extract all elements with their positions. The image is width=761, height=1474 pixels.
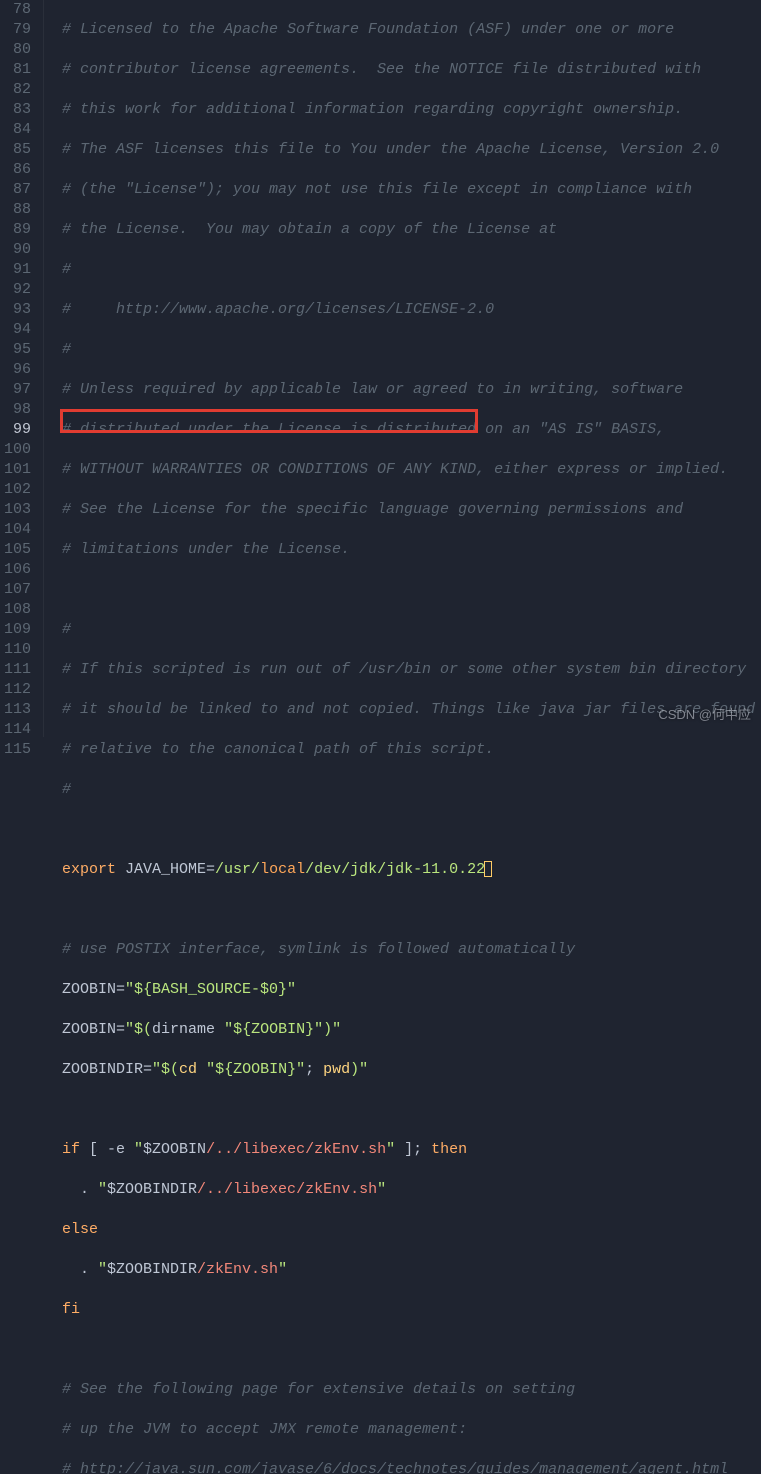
line-number: 110 bbox=[4, 640, 31, 660]
code-line: . "$ZOOBINDIR/zkEnv.sh" bbox=[62, 1260, 761, 1280]
code-editor[interactable]: 7879808182838485868788899091929394959697… bbox=[0, 0, 761, 737]
code-line: . "$ZOOBINDIR/../libexec/zkEnv.sh" bbox=[62, 1180, 761, 1200]
line-number: 78 bbox=[4, 0, 31, 20]
line-number: 114 bbox=[4, 720, 31, 740]
code-line-current: export JAVA_HOME=/usr/local/dev/jdk/jdk-… bbox=[62, 860, 761, 880]
line-number: 107 bbox=[4, 580, 31, 600]
code-line: # it should be linked to and not copied.… bbox=[62, 700, 761, 720]
line-number: 83 bbox=[4, 100, 31, 120]
code-line: if [ -e "$ZOOBIN/../libexec/zkEnv.sh" ];… bbox=[62, 1140, 761, 1160]
line-number: 95 bbox=[4, 340, 31, 360]
code-line: # bbox=[62, 620, 761, 640]
line-number: 103 bbox=[4, 500, 31, 520]
code-line: # distributed under the License is distr… bbox=[62, 420, 761, 440]
line-number-gutter: 7879808182838485868788899091929394959697… bbox=[0, 0, 44, 737]
line-number: 104 bbox=[4, 520, 31, 540]
line-number: 80 bbox=[4, 40, 31, 60]
code-line: # use POSTIX interface, symlink is follo… bbox=[62, 940, 761, 960]
code-line: ZOOBINDIR="$(cd "${ZOOBIN}"; pwd)" bbox=[62, 1060, 761, 1080]
code-area[interactable]: # Licensed to the Apache Software Founda… bbox=[44, 0, 761, 737]
cursor-icon bbox=[484, 861, 492, 877]
code-line: # Licensed to the Apache Software Founda… bbox=[62, 20, 761, 40]
code-line: # See the License for the specific langu… bbox=[62, 500, 761, 520]
code-line: else bbox=[62, 1220, 761, 1240]
code-line: # See the following page for extensive d… bbox=[62, 1380, 761, 1400]
line-number: 88 bbox=[4, 200, 31, 220]
code-line: # bbox=[62, 260, 761, 280]
code-line: ZOOBIN="$(dirname "${ZOOBIN}")" bbox=[62, 1020, 761, 1040]
line-number: 79 bbox=[4, 20, 31, 40]
code-line: # relative to the canonical path of this… bbox=[62, 740, 761, 760]
line-number: 108 bbox=[4, 600, 31, 620]
code-line bbox=[62, 1340, 761, 1360]
line-number: 93 bbox=[4, 300, 31, 320]
line-number: 87 bbox=[4, 180, 31, 200]
code-line bbox=[62, 1100, 761, 1120]
code-line: # Unless required by applicable law or a… bbox=[62, 380, 761, 400]
code-line: ZOOBIN="${BASH_SOURCE-$0}" bbox=[62, 980, 761, 1000]
line-number: 106 bbox=[4, 560, 31, 580]
line-number: 82 bbox=[4, 80, 31, 100]
code-line: # this work for additional information r… bbox=[62, 100, 761, 120]
code-line: # the License. You may obtain a copy of … bbox=[62, 220, 761, 240]
line-number: 86 bbox=[4, 160, 31, 180]
line-number: 102 bbox=[4, 480, 31, 500]
code-line: # WITHOUT WARRANTIES OR CONDITIONS OF AN… bbox=[62, 460, 761, 480]
line-number: 115 bbox=[4, 740, 31, 760]
code-line: # up the JVM to accept JMX remote manage… bbox=[62, 1420, 761, 1440]
code-line: # http://java.sun.com/javase/6/docs/tech… bbox=[62, 1460, 761, 1474]
code-line: # The ASF licenses this file to You unde… bbox=[62, 140, 761, 160]
line-number: 109 bbox=[4, 620, 31, 640]
line-number: 100 bbox=[4, 440, 31, 460]
line-number: 94 bbox=[4, 320, 31, 340]
code-line: # bbox=[62, 340, 761, 360]
code-line: # If this scripted is run out of /usr/bi… bbox=[62, 660, 761, 680]
line-number: 99 bbox=[4, 420, 31, 440]
watermark-text: CSDN @何中应 bbox=[658, 705, 751, 725]
line-number: 85 bbox=[4, 140, 31, 160]
line-number: 84 bbox=[4, 120, 31, 140]
line-number: 113 bbox=[4, 700, 31, 720]
line-number: 111 bbox=[4, 660, 31, 680]
line-number: 101 bbox=[4, 460, 31, 480]
code-line: # http://www.apache.org/licenses/LICENSE… bbox=[62, 300, 761, 320]
code-line: # contributor license agreements. See th… bbox=[62, 60, 761, 80]
code-line bbox=[62, 900, 761, 920]
line-number: 98 bbox=[4, 400, 31, 420]
code-line: # bbox=[62, 780, 761, 800]
line-number: 97 bbox=[4, 380, 31, 400]
line-number: 112 bbox=[4, 680, 31, 700]
code-line: # (the "License"); you may not use this … bbox=[62, 180, 761, 200]
line-number: 92 bbox=[4, 280, 31, 300]
line-number: 96 bbox=[4, 360, 31, 380]
code-line: # limitations under the License. bbox=[62, 540, 761, 560]
line-number: 89 bbox=[4, 220, 31, 240]
code-line bbox=[62, 820, 761, 840]
code-line: fi bbox=[62, 1300, 761, 1320]
line-number: 105 bbox=[4, 540, 31, 560]
line-number: 81 bbox=[4, 60, 31, 80]
code-line bbox=[62, 580, 761, 600]
line-number: 91 bbox=[4, 260, 31, 280]
line-number: 90 bbox=[4, 240, 31, 260]
